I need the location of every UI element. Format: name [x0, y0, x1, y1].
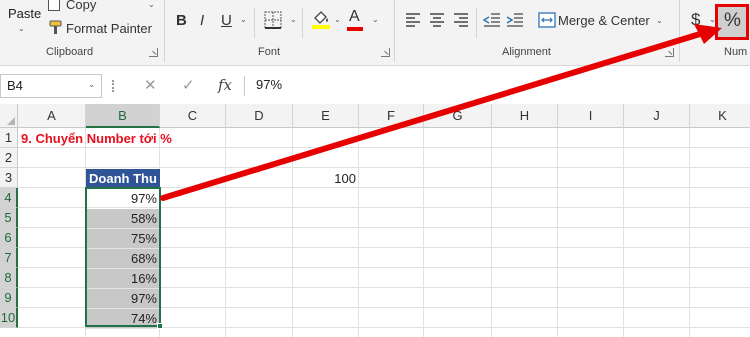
worksheet-grid: ABCDEFGHIJK 1 2 3 4 5 6 7 8 9 10 9. Chuyển Number…	[0, 104, 750, 337]
cell-b8[interactable]: 16%	[86, 269, 160, 289]
format-painter-button[interactable]: Format Painter	[46, 18, 156, 38]
font-launcher-icon[interactable]	[381, 48, 390, 57]
column-header-g[interactable]: G	[424, 104, 492, 128]
row-header-7[interactable]: 7	[0, 248, 18, 268]
select-all-corner[interactable]	[0, 104, 18, 128]
bold-button[interactable]: B	[176, 12, 187, 29]
cell-b6[interactable]: 75%	[86, 229, 160, 249]
gridline-horizontal	[18, 167, 750, 168]
insert-function-icon[interactable]: fx	[218, 76, 232, 94]
chevron-down-icon: ⌄	[18, 24, 25, 33]
column-header-c[interactable]: C	[160, 104, 226, 128]
cell-b5[interactable]: 58%	[86, 209, 160, 229]
gridline-vertical	[689, 128, 690, 337]
copy-button[interactable]: Copy ⌄	[46, 0, 155, 14]
drag-handle-icon[interactable]	[112, 80, 115, 92]
row-header-2[interactable]: 2	[0, 148, 18, 168]
merge-center-icon	[538, 12, 556, 28]
clipboard-launcher-icon[interactable]	[149, 48, 158, 57]
gridline-vertical	[557, 128, 558, 337]
cell-e3[interactable]: 100	[293, 169, 359, 189]
column-header-a[interactable]: A	[18, 104, 86, 128]
alignment-group-label: Alignment	[502, 46, 551, 58]
cell-b10[interactable]: 74%	[86, 309, 160, 329]
cell-b9[interactable]: 97%	[86, 289, 160, 309]
chevron-down-icon[interactable]: ⌄	[290, 15, 297, 24]
formula-bar: B4 ⌄ ✕ ✓ fx 97%	[0, 70, 750, 100]
fill-color-icon[interactable]	[311, 8, 331, 30]
font-color-swatch	[347, 27, 363, 31]
chevron-down-icon[interactable]: ⌄	[372, 15, 379, 24]
column-header-k[interactable]: K	[690, 104, 750, 128]
cell-b3-header[interactable]: Doanh Thu	[86, 169, 160, 189]
chevron-down-icon: ⌄	[88, 80, 95, 89]
font-color-letter: A	[349, 8, 360, 25]
merge-center-button[interactable]: Merge & Center ⌄	[534, 8, 666, 34]
currency-button[interactable]: $	[691, 10, 700, 30]
align-right-icon[interactable]	[453, 13, 469, 27]
decrease-indent-icon[interactable]	[483, 13, 501, 27]
cell-a1-title[interactable]: 9. Chuyển Number tới %	[19, 129, 239, 149]
borders-icon[interactable]	[264, 11, 282, 29]
row-header-8[interactable]: 8	[0, 268, 18, 288]
gridline-vertical	[292, 128, 293, 337]
chevron-down-icon[interactable]: ⌄	[334, 15, 341, 24]
gridline-vertical	[225, 128, 226, 337]
row-header-4[interactable]: 4	[0, 188, 18, 208]
brush-icon	[49, 20, 62, 34]
name-box[interactable]: B4 ⌄	[0, 74, 102, 98]
name-box-value: B4	[7, 78, 23, 93]
row-header-3[interactable]: 3	[0, 168, 18, 188]
row-header-5[interactable]: 5	[0, 208, 18, 228]
percent-style-button[interactable]: %	[715, 4, 749, 40]
column-header-h[interactable]: H	[492, 104, 558, 128]
align-center-icon[interactable]	[429, 13, 445, 27]
paste-button[interactable]: Paste ⌄	[4, 0, 42, 44]
row-header-10[interactable]: 10	[0, 308, 18, 328]
gridline-vertical	[358, 128, 359, 337]
row-header-9[interactable]: 9	[0, 288, 18, 308]
column-header-j[interactable]: J	[624, 104, 690, 128]
increase-indent-icon[interactable]	[506, 13, 524, 27]
formula-input[interactable]: 97%	[256, 77, 746, 92]
clipboard-group-label: Clipboard	[46, 46, 94, 58]
font-group-label: Font	[258, 46, 281, 58]
row-header-6[interactable]: 6	[0, 228, 18, 248]
copy-label: Copy	[66, 0, 97, 12]
enter-icon[interactable]: ✓	[182, 76, 195, 94]
cell-b4[interactable]: 97%	[86, 189, 160, 209]
font-color-button[interactable]: A	[346, 8, 364, 32]
column-header-d[interactable]: D	[226, 104, 293, 128]
copy-icon	[48, 0, 60, 11]
column-header-b[interactable]: B	[86, 104, 160, 128]
column-header-i[interactable]: I	[558, 104, 624, 128]
cancel-icon[interactable]: ✕	[144, 76, 157, 94]
fill-handle[interactable]	[157, 323, 163, 329]
fill-color-swatch	[312, 25, 330, 29]
column-header-e[interactable]: E	[293, 104, 359, 128]
paste-label: Paste	[8, 6, 42, 21]
merge-center-label: Merge & Center	[558, 13, 650, 28]
underline-button[interactable]: U	[221, 12, 232, 29]
percent-icon: %	[724, 10, 741, 31]
gridline-vertical	[623, 128, 624, 337]
chevron-down-icon: ⌄	[148, 0, 155, 9]
align-left-icon[interactable]	[405, 13, 421, 27]
column-header-f[interactable]: F	[359, 104, 424, 128]
row-header-1[interactable]: 1	[0, 128, 18, 148]
gridline-vertical	[423, 128, 424, 337]
number-group-label: Num	[724, 46, 748, 58]
italic-button[interactable]: I	[200, 12, 204, 29]
gridline-vertical	[491, 128, 492, 337]
format-painter-label: Format Painter	[66, 21, 152, 36]
cell-b7[interactable]: 68%	[86, 249, 160, 269]
alignment-launcher-icon[interactable]	[665, 48, 674, 57]
chevron-down-icon: ⌄	[656, 16, 663, 25]
ribbon: Paste ⌄ Copy ⌄ Format Painter Clipboard …	[0, 0, 750, 66]
chevron-down-icon[interactable]: ⌄	[240, 15, 247, 24]
